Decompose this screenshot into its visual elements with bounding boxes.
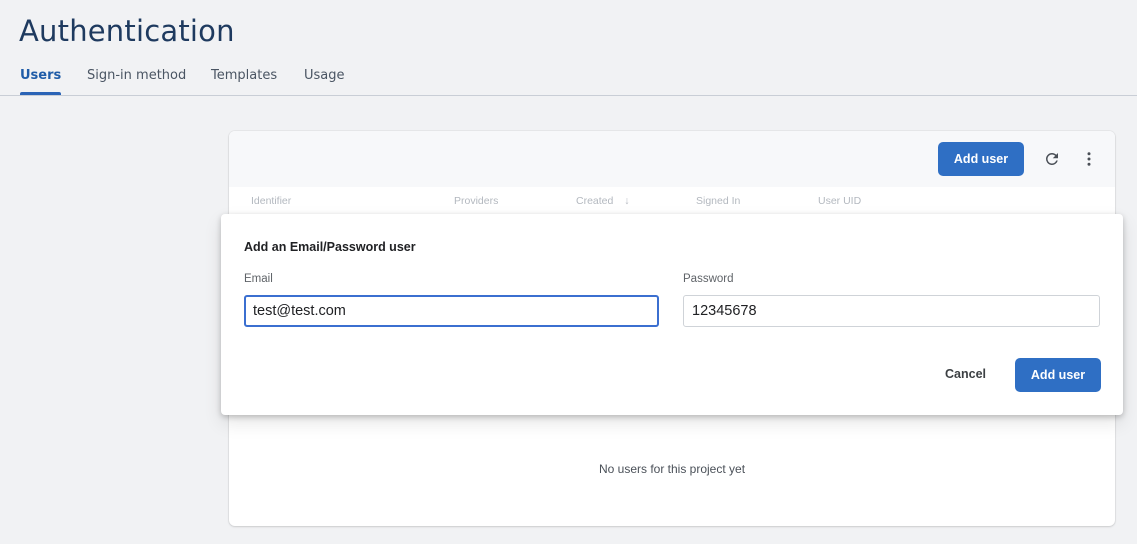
more-vert-icon[interactable] <box>1074 144 1104 174</box>
dialog-title: Add an Email/Password user <box>244 240 416 254</box>
tab-templates[interactable]: Templates <box>211 68 277 94</box>
email-label: Email <box>244 273 273 285</box>
page-title: Authentication <box>19 14 235 48</box>
column-header-user-uid[interactable]: User UID <box>818 195 861 207</box>
password-field[interactable] <box>683 295 1100 327</box>
tab-sign-in-method[interactable]: Sign-in method <box>87 68 186 94</box>
column-header-identifier[interactable]: Identifier <box>251 195 291 207</box>
users-toolbar: Add user <box>229 131 1115 187</box>
column-header-created[interactable]: Created ↓ <box>576 195 630 207</box>
column-header-providers[interactable]: Providers <box>454 195 498 207</box>
email-field[interactable] <box>244 295 659 327</box>
submit-add-user-button[interactable]: Add user <box>1015 358 1101 392</box>
add-user-dialog: Add an Email/Password user Email Passwor… <box>221 214 1123 415</box>
password-label: Password <box>683 273 734 285</box>
tab-bar: Users Sign-in method Templates Usage <box>0 66 1137 96</box>
empty-state-message: No users for this project yet <box>598 462 746 476</box>
add-user-button[interactable]: Add user <box>938 142 1024 176</box>
cancel-button[interactable]: Cancel <box>939 366 992 382</box>
arrow-down-icon: ↓ <box>624 195 630 207</box>
column-header-signed-in[interactable]: Signed In <box>696 195 740 207</box>
column-header-created-label: Created <box>576 195 614 207</box>
tab-usage[interactable]: Usage <box>304 68 345 94</box>
tab-users[interactable]: Users <box>20 68 62 95</box>
refresh-icon[interactable] <box>1037 144 1067 174</box>
